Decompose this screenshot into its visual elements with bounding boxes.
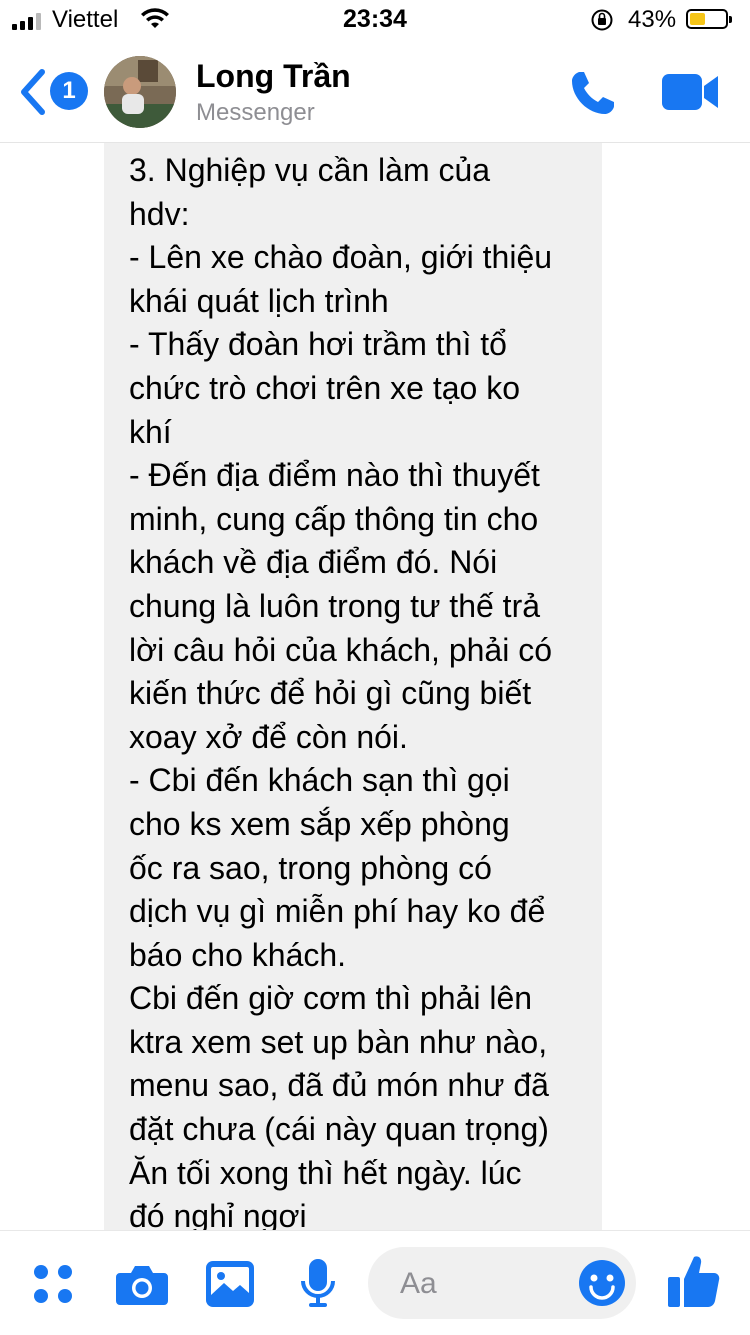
emoji-button[interactable] xyxy=(578,1259,626,1312)
emoji-icon xyxy=(579,1260,625,1306)
battery-level xyxy=(690,13,705,25)
like-button[interactable] xyxy=(668,1253,720,1314)
photo-icon xyxy=(206,1261,254,1307)
message-input-placeholder: Aa xyxy=(400,1267,437,1300)
video-call-button[interactable] xyxy=(662,70,720,114)
battery-percent: 43% xyxy=(628,6,677,33)
conversation-header: 1 Long Trần Messenger xyxy=(0,42,750,143)
camera-button[interactable] xyxy=(116,1261,168,1312)
menu-dots-icon xyxy=(34,1265,72,1303)
avatar[interactable] xyxy=(104,56,176,128)
message-input[interactable]: Aa xyxy=(368,1247,636,1319)
battery-icon xyxy=(686,9,732,29)
message-text: 3. Nghiệp vụ cần làm của hdv: - Lên xe c… xyxy=(129,152,553,1230)
voice-call-button[interactable] xyxy=(568,68,618,118)
back-button[interactable]: 1 xyxy=(18,68,88,116)
more-actions-button[interactable] xyxy=(32,1263,74,1310)
video-camera-icon xyxy=(662,74,718,110)
gallery-button[interactable] xyxy=(206,1261,254,1312)
camera-icon xyxy=(116,1266,168,1305)
contact-subtitle: Messenger xyxy=(196,99,315,126)
microphone-icon xyxy=(301,1259,335,1307)
back-chevron-icon xyxy=(21,69,45,115)
message-list[interactable]: 3. Nghiệp vụ cần làm của hdv: - Lên xe c… xyxy=(0,143,750,1230)
orientation-lock-icon xyxy=(590,8,614,37)
message-bubble[interactable]: 3. Nghiệp vụ cần làm của hdv: - Lên xe c… xyxy=(104,143,602,1230)
composer-bar: Aa xyxy=(0,1230,750,1335)
contact-name[interactable]: Long Trần xyxy=(196,58,351,95)
unread-badge: 1 xyxy=(50,72,88,110)
thumbs-up-icon xyxy=(668,1256,720,1307)
status-bar: Viettel 23:34 43% xyxy=(0,0,750,42)
voice-message-button[interactable] xyxy=(300,1259,336,1314)
phone-icon xyxy=(572,72,614,114)
